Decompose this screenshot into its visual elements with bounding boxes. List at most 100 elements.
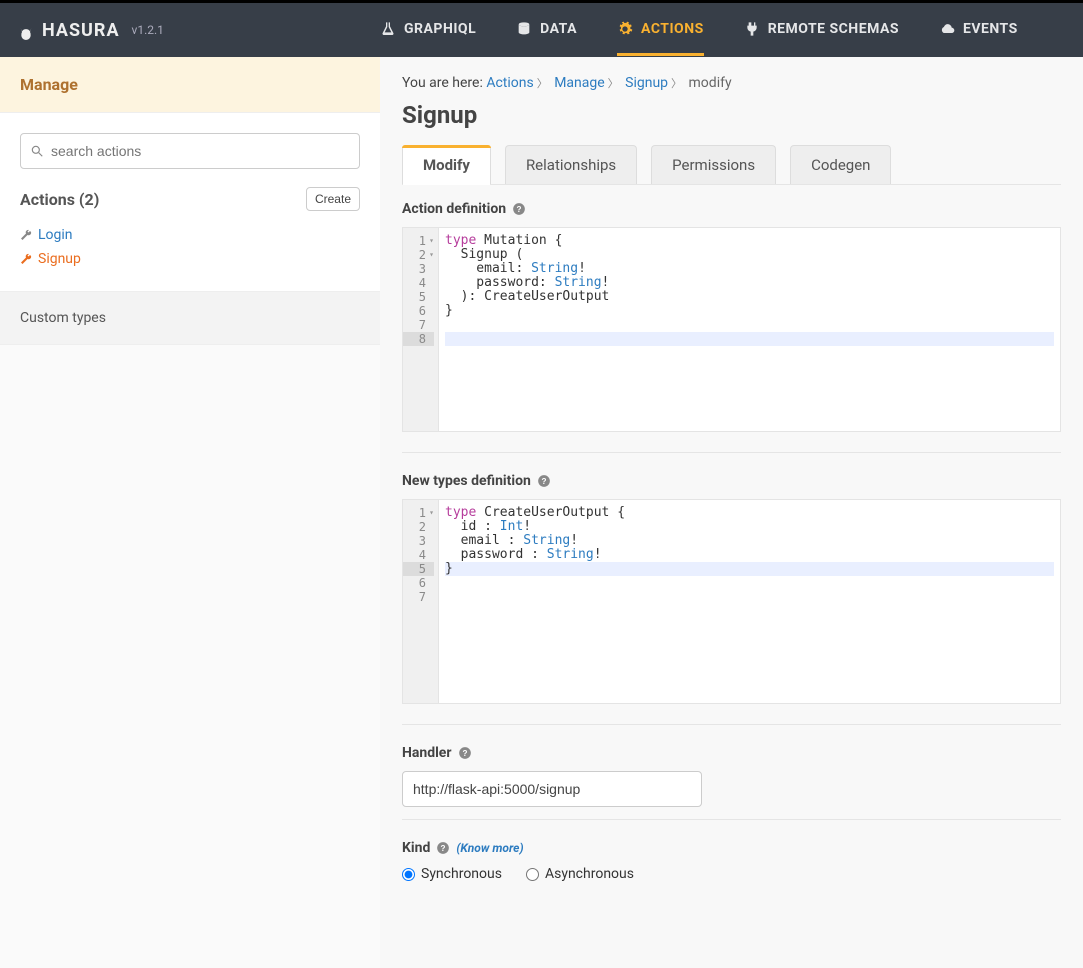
nav-data[interactable]: DATA bbox=[516, 5, 577, 56]
help-icon[interactable]: ? bbox=[537, 474, 551, 488]
nav-graphiql[interactable]: GRAPHIQL bbox=[380, 5, 476, 56]
sidebar-item-signup[interactable]: Signup bbox=[20, 247, 360, 271]
code-line bbox=[445, 590, 1054, 604]
svg-text:?: ? bbox=[517, 205, 522, 214]
nav-label: GRAPHIQL bbox=[404, 21, 476, 37]
code-line: email: String! bbox=[445, 262, 1054, 276]
breadcrumb-link-actions[interactable]: Actions bbox=[486, 75, 533, 91]
sidebar-item-login[interactable]: Login bbox=[20, 223, 360, 247]
nav-label: REMOTE SCHEMAS bbox=[768, 21, 899, 37]
know-more-link[interactable]: (Know more) bbox=[456, 841, 523, 855]
gears-icon bbox=[617, 21, 633, 37]
tabs: Modify Relationships Permissions Codegen bbox=[402, 145, 1061, 185]
code-line: type CreateUserOutput { bbox=[445, 506, 1054, 520]
code-line: } bbox=[445, 562, 1054, 576]
code-line: password: String! bbox=[445, 276, 1054, 290]
kind-options: Synchronous Asynchronous bbox=[402, 866, 1061, 882]
create-button[interactable]: Create bbox=[306, 187, 360, 211]
code-line bbox=[445, 318, 1054, 332]
code-line bbox=[445, 576, 1054, 590]
chevron-right-icon: 〉 bbox=[608, 77, 619, 90]
kind-label: Kind ? (Know more) bbox=[402, 840, 1061, 856]
kind-option-asynchronous[interactable]: Asynchronous bbox=[526, 866, 634, 882]
actions-heading: Actions (2) bbox=[20, 190, 99, 209]
action-definition-editor[interactable]: 12345678 type Mutation { Signup ( email:… bbox=[402, 227, 1061, 432]
nav-events[interactable]: EVENTS bbox=[939, 5, 1018, 56]
sidebar-item-label: Signup bbox=[38, 251, 81, 267]
tab-modify[interactable]: Modify bbox=[402, 145, 491, 184]
help-icon[interactable]: ? bbox=[458, 746, 472, 760]
search-icon bbox=[30, 144, 44, 158]
gutter-line: 6 bbox=[403, 304, 434, 318]
breadcrumb: You are here: Actions〉 Manage〉 Signup〉 m… bbox=[402, 75, 1061, 91]
gutter-line: 6 bbox=[403, 576, 434, 590]
sidebar: Manage Actions (2) Create Login Signup Cu… bbox=[0, 57, 380, 968]
search-input[interactable] bbox=[20, 133, 360, 169]
gutter-line: 3 bbox=[403, 262, 434, 276]
breadcrumb-current: modify bbox=[689, 75, 732, 91]
nav-remote-schemas[interactable]: REMOTE SCHEMAS bbox=[744, 5, 899, 56]
nav-label: DATA bbox=[540, 21, 577, 37]
gutter-line: 3 bbox=[403, 534, 434, 548]
tab-codegen[interactable]: Codegen bbox=[790, 145, 891, 184]
breadcrumb-link-signup[interactable]: Signup bbox=[625, 75, 668, 91]
gutter-line: 4 bbox=[403, 276, 434, 290]
wrench-icon bbox=[20, 253, 32, 265]
code-line: type Mutation { bbox=[445, 234, 1054, 248]
hasura-logo-icon bbox=[18, 22, 34, 38]
sidebar-heading[interactable]: Manage bbox=[0, 57, 380, 113]
kind-radio[interactable] bbox=[402, 868, 415, 881]
breadcrumb-prefix: You are here: bbox=[402, 75, 483, 91]
actions-list: Login Signup bbox=[0, 213, 380, 291]
app-header: HASURA v1.2.1 GRAPHIQL DATA ACTIONS REMOTE … bbox=[0, 3, 1083, 57]
tab-relationships[interactable]: Relationships bbox=[505, 145, 637, 184]
chevron-right-icon: 〉 bbox=[671, 77, 682, 90]
kind-radio[interactable] bbox=[526, 868, 539, 881]
gutter-line: 1 bbox=[403, 506, 434, 520]
chevron-right-icon: 〉 bbox=[537, 77, 548, 90]
code-line bbox=[445, 332, 1054, 346]
sidebar-item-label: Login bbox=[38, 227, 73, 243]
nav-label: ACTIONS bbox=[641, 21, 704, 37]
code-line: id : Int! bbox=[445, 520, 1054, 534]
database-icon bbox=[516, 21, 532, 37]
kind-option-label: Asynchronous bbox=[545, 866, 634, 882]
cloud-icon bbox=[939, 21, 955, 37]
breadcrumb-link-manage[interactable]: Manage bbox=[554, 75, 604, 91]
gutter-line: 8 bbox=[403, 332, 434, 346]
nav-label: EVENTS bbox=[963, 21, 1018, 37]
page-title: Signup bbox=[402, 101, 1061, 129]
top-nav: GRAPHIQL DATA ACTIONS REMOTE SCHEMAS EVENTS bbox=[380, 5, 1018, 56]
gutter-line: 7 bbox=[403, 590, 434, 604]
gutter-line: 5 bbox=[403, 290, 434, 304]
gutter-line: 5 bbox=[403, 562, 434, 576]
code-line: password : String! bbox=[445, 548, 1054, 562]
wrench-icon bbox=[20, 229, 32, 241]
flask-icon bbox=[380, 21, 396, 37]
handler-input[interactable] bbox=[402, 771, 702, 807]
help-icon[interactable]: ? bbox=[436, 841, 450, 855]
main-content: You are here: Actions〉 Manage〉 Signup〉 m… bbox=[380, 57, 1083, 968]
new-types-definition-label: New types definition ? bbox=[402, 473, 1061, 489]
help-icon[interactable]: ? bbox=[512, 202, 526, 216]
new-types-definition-editor[interactable]: 1234567 type CreateUserOutput { id : Int… bbox=[402, 499, 1061, 704]
gutter-line: 2 bbox=[403, 520, 434, 534]
svg-text:?: ? bbox=[541, 477, 546, 486]
kind-option-synchronous[interactable]: Synchronous bbox=[402, 866, 502, 882]
gutter-line: 2 bbox=[403, 248, 434, 262]
code-line: email : String! bbox=[445, 534, 1054, 548]
code-line: Signup ( bbox=[445, 248, 1054, 262]
svg-text:?: ? bbox=[462, 749, 467, 758]
code-line: ): CreateUserOutput bbox=[445, 290, 1054, 304]
nav-actions[interactable]: ACTIONS bbox=[617, 5, 704, 56]
gutter-line: 7 bbox=[403, 318, 434, 332]
gutter-line: 4 bbox=[403, 548, 434, 562]
sidebar-item-custom-types[interactable]: Custom types bbox=[0, 291, 380, 345]
handler-label: Handler ? bbox=[402, 745, 1061, 761]
tab-permissions[interactable]: Permissions bbox=[651, 145, 776, 184]
code-line: } bbox=[445, 304, 1054, 318]
plug-icon bbox=[744, 21, 760, 37]
kind-option-label: Synchronous bbox=[421, 866, 502, 882]
logo[interactable]: HASURA v1.2.1 bbox=[18, 20, 380, 41]
svg-text:?: ? bbox=[441, 844, 446, 853]
